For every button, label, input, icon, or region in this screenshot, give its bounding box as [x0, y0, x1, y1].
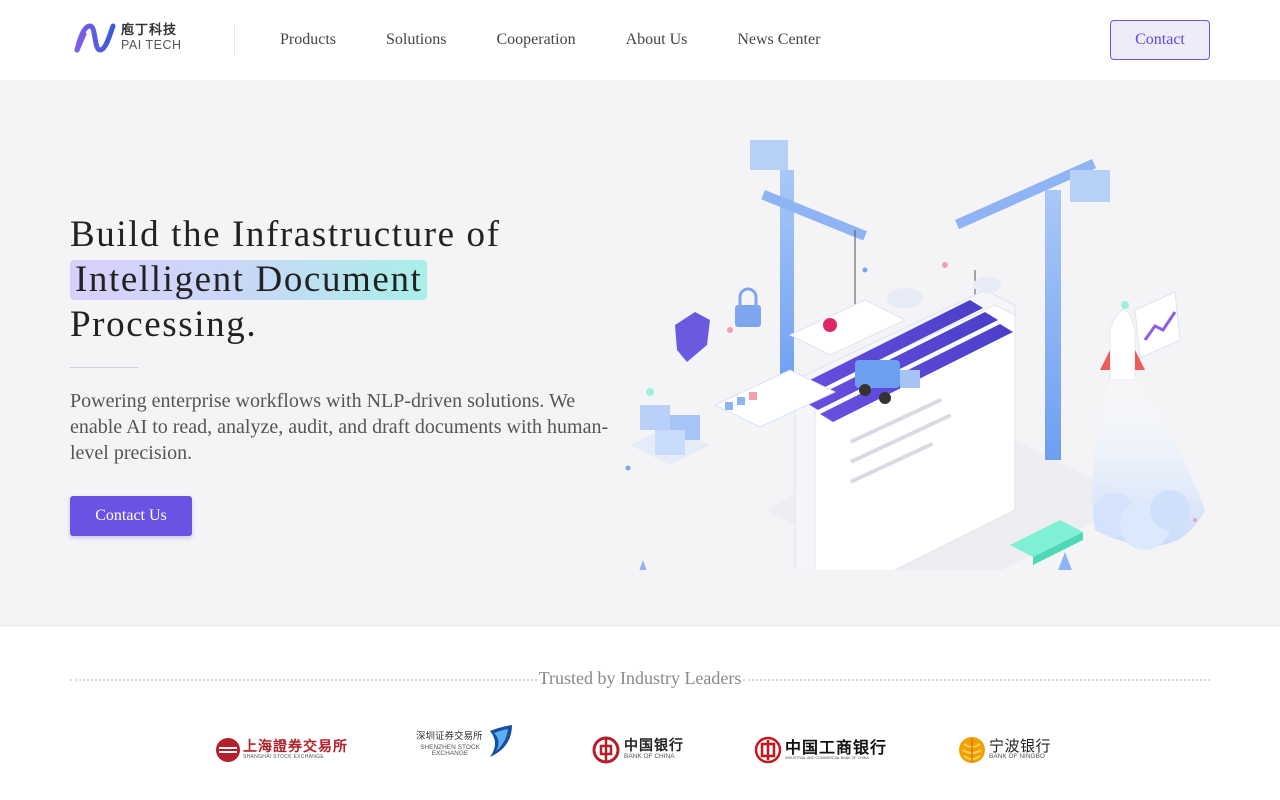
partner-logo-nbcb: 宁波银行 BANK OF NINGBO: [958, 736, 1051, 764]
brand-name-en: PAI TECH: [121, 38, 182, 52]
nav-item-cooperation[interactable]: Cooperation: [471, 31, 600, 49]
hero-description: Powering enterprise workflows with NLP-d…: [70, 390, 609, 464]
nav-item-about-us[interactable]: About Us: [601, 31, 713, 49]
hero-title-line1: Build the Infrastructure of: [70, 214, 501, 255]
data-blocks-icon: [630, 405, 710, 465]
header-divider: [234, 24, 235, 56]
icbc-name-en: INDUSTRIAL AND COMMERCIAL BANK OF CHINA: [785, 755, 869, 760]
nbcb-emblem-icon: [959, 737, 985, 763]
boc-name-cn: 中国银行: [624, 738, 684, 755]
sse-name-en: SHANGHAI STOCK EXCHANGE: [243, 753, 324, 760]
szse-emblem-icon: [490, 725, 512, 757]
contact-button[interactable]: Contact: [1110, 20, 1210, 60]
brand-name-cn: 庖丁科技: [121, 23, 178, 38]
contact-us-button[interactable]: Contact Us: [70, 496, 192, 536]
boc-name-en: BANK OF CHINA: [624, 752, 675, 760]
boc-emblem-icon: [592, 736, 620, 764]
brand-logo[interactable]: 庖丁科技 PAI TECH: [74, 20, 182, 56]
nav-item-products[interactable]: Products: [255, 31, 361, 49]
partner-logo-icbc: 中国工商银行 INDUSTRIAL AND COMMERCIAL BANK OF…: [754, 736, 887, 764]
trusted-heading-text: Trusted by Industry Leaders: [536, 668, 744, 688]
sse-emblem-icon: [216, 738, 240, 762]
partner-logo-szse: 深圳证券交易所 SHENZHEN STOCK EXCHANGE: [416, 725, 514, 759]
nav-item-news-center[interactable]: News Center: [712, 31, 845, 49]
main-nav: Products Solutions Cooperation About Us …: [255, 0, 845, 80]
partner-logo-sse: 上海證券交易所 SHANGHAI STOCK EXCHANGE: [215, 737, 348, 763]
nbcb-name-cn: 宁波银行: [989, 736, 1052, 755]
trusted-heading: Trusted by Industry Leaders: [0, 668, 1280, 689]
sse-name-cn: 上海證券交易所: [243, 739, 348, 756]
security-shield-icon: [675, 287, 761, 362]
hero-title-highlight: Intelligent Document: [70, 260, 428, 300]
hero-section: Build the Infrastructure of Intelligent …: [0, 80, 1280, 626]
hero-title: Build the Infrastructure of Intelligent …: [70, 212, 501, 347]
icbc-emblem-icon: [754, 736, 782, 764]
hero-title-line3: Processing.: [70, 304, 258, 345]
site-header: 庖丁科技 PAI TECH Products Solutions Coopera…: [0, 0, 1280, 80]
pai-tech-logo-icon: [74, 23, 116, 53]
chart-card-icon: [1134, 291, 1181, 359]
document-construction-illustration: [625, 140, 1205, 570]
szse-name-en: SHENZHEN STOCK EXCHANGE: [420, 743, 480, 758]
partner-logo-boc: 中国银行 BANK OF CHINA: [592, 736, 684, 764]
nav-item-solutions[interactable]: Solutions: [361, 31, 471, 49]
partner-logos: 上海證券交易所 SHANGHAI STOCK EXCHANGE 深圳证券交易所 …: [0, 725, 1280, 780]
nbcb-name-en: BANK OF NINGBO: [989, 753, 1045, 761]
szse-name-cn: 深圳证券交易所: [416, 730, 483, 742]
hero-divider: [70, 367, 138, 368]
icbc-name-cn: 中国工商银行: [785, 737, 888, 757]
